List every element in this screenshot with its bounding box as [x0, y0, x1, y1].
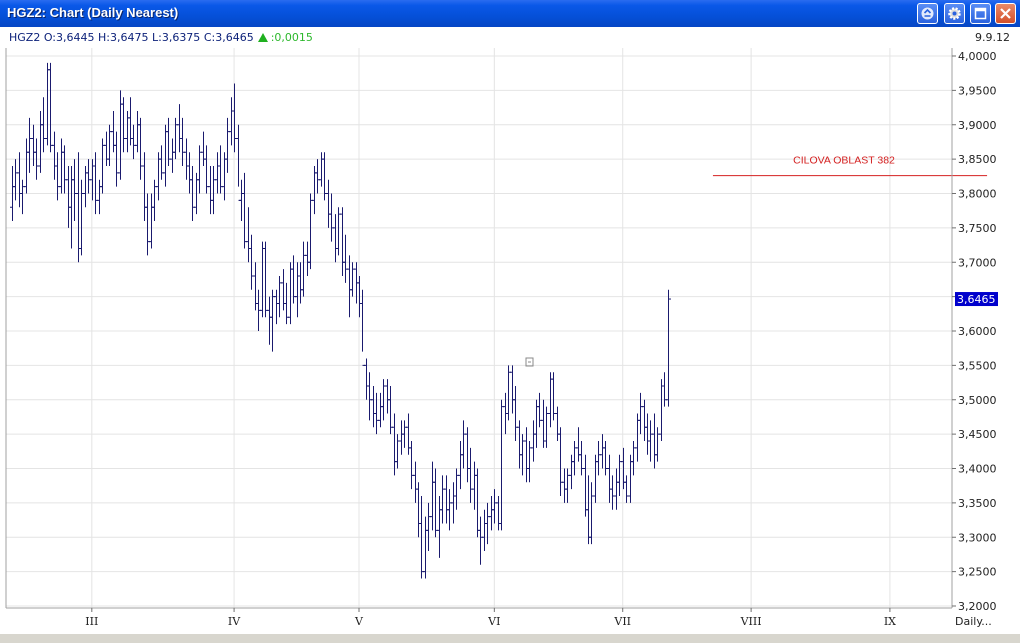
close-icon[interactable]: [995, 3, 1016, 24]
y-tick-label: 3,9000: [958, 119, 997, 132]
quote-bar: HGZ2 O:3,6445 H:3,6475 L:3,6375 C:3,6465…: [0, 27, 1020, 49]
last-price-tag: 3,6465: [955, 292, 998, 307]
y-tick-label: 3,2500: [958, 566, 997, 579]
y-tick-label: 3,3000: [958, 531, 997, 544]
y-tick-label: 3,8000: [958, 188, 997, 201]
quote-open: O:3,6445: [43, 31, 95, 44]
maximize-icon[interactable]: [970, 3, 991, 24]
y-tick-label: 3,2000: [958, 600, 997, 613]
quote-high: H:3,6475: [98, 31, 149, 44]
x-tick-label: VIII: [740, 615, 762, 628]
target-label: CILOVA OBLAST 382: [793, 155, 895, 167]
y-tick-label: 3,3500: [958, 497, 997, 510]
last-price-label: 3,6465: [957, 293, 996, 306]
y-tick-label: 3,8500: [958, 153, 997, 166]
y-tick-label: 3,6000: [958, 325, 997, 338]
up-triangle-icon: [257, 33, 268, 42]
y-tick-label: 3,9500: [958, 84, 997, 97]
quote-change: :0,0015: [270, 31, 313, 44]
y-tick-label: 3,7500: [958, 222, 997, 235]
settings-icon[interactable]: [944, 3, 965, 24]
quote-text: HGZ2 O:3,6445 H:3,6475 L:3,6375 C:3,6465…: [9, 31, 313, 44]
y-tick-label: 3,5000: [958, 394, 997, 407]
quote-date: 9.9.12: [975, 31, 1010, 44]
quote-low: L:3,6375: [151, 31, 201, 44]
price-chart[interactable]: CILOVA OBLAST 382 4,0000 3,9500 3,9000 3,85…: [0, 48, 1020, 634]
x-tick-label: VII: [613, 615, 631, 628]
y-tick-label: 3,5500: [958, 359, 997, 372]
x-tick-label: VI: [487, 615, 500, 628]
x-axis-period-label: Daily...: [955, 615, 992, 628]
quote-symbol: HGZ2: [9, 31, 41, 44]
quote-close: C:3,6465: [203, 31, 254, 44]
x-tick-label: IX: [884, 615, 896, 628]
y-tick-label: 4,0000: [958, 50, 997, 63]
window-bottom-edge: [0, 634, 1020, 643]
window-title: HGZ2: Chart (Daily Nearest): [7, 5, 179, 20]
help-icon[interactable]: [917, 3, 938, 24]
x-tick-label: V: [354, 615, 364, 628]
window-titlebar[interactable]: HGZ2: Chart (Daily Nearest): [0, 0, 1020, 28]
y-tick-label: 3,4500: [958, 428, 997, 441]
x-tick-label: III: [85, 615, 98, 628]
y-tick-label: 3,7000: [958, 256, 997, 269]
chart-background: [0, 48, 1020, 634]
x-tick-label: IV: [228, 615, 241, 628]
y-tick-label: 3,4000: [958, 463, 997, 476]
